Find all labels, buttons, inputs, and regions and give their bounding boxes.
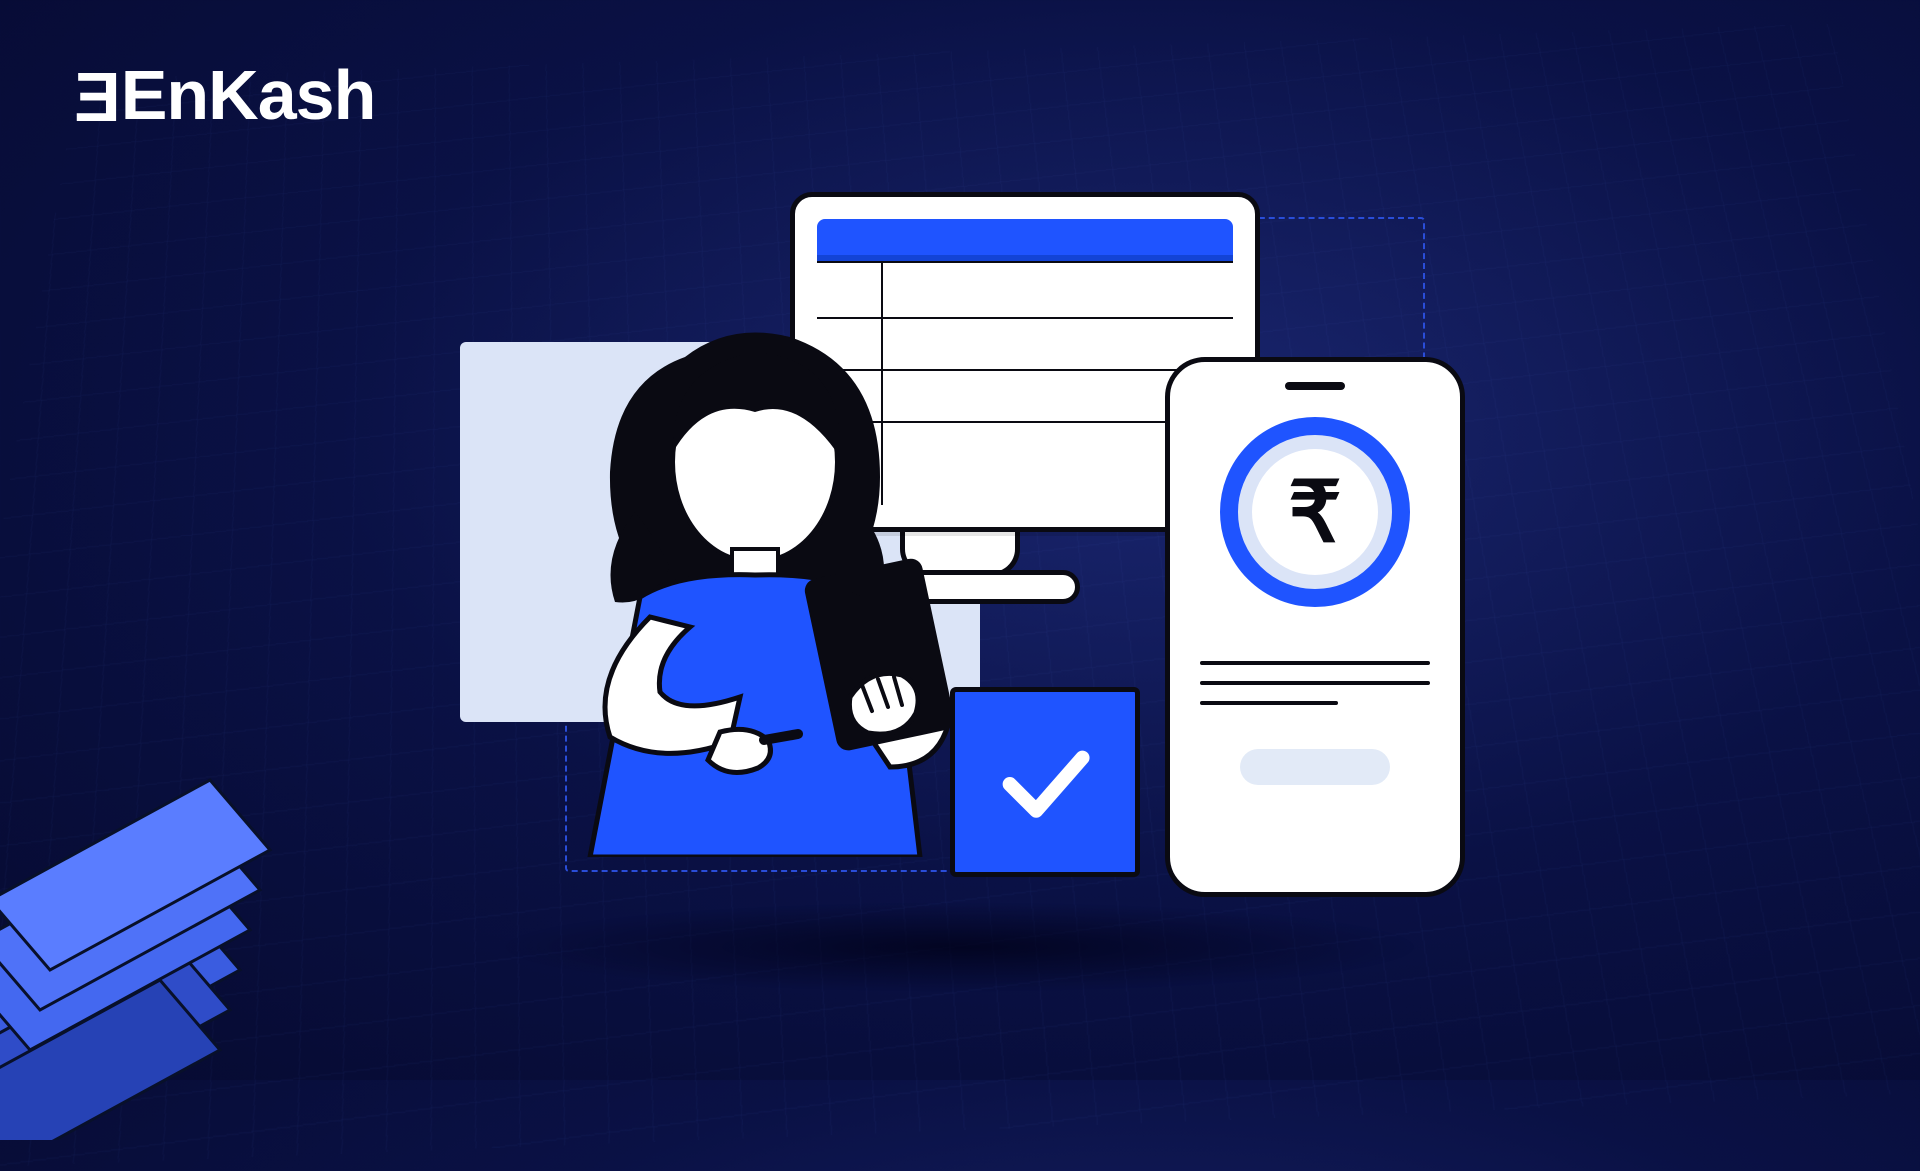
checkbox-checked: [950, 687, 1140, 877]
phone-notch: [1285, 382, 1345, 390]
shadow: [500, 902, 1420, 992]
checkmark-icon: [990, 727, 1100, 837]
rupee-icon: ₹: [1288, 463, 1341, 561]
stacked-panels-decor: [0, 660, 340, 1140]
brand-name: EnKash: [121, 56, 376, 134]
phone-cta-pill: [1240, 749, 1390, 785]
smartphone: ₹: [1165, 357, 1465, 897]
woman-with-tablet: [520, 297, 1020, 857]
hero-illustration: ₹: [410, 162, 1510, 962]
brand-logo: EEnKash: [75, 55, 375, 135]
phone-text-lines: [1200, 645, 1430, 721]
rupee-badge: ₹: [1220, 417, 1410, 607]
